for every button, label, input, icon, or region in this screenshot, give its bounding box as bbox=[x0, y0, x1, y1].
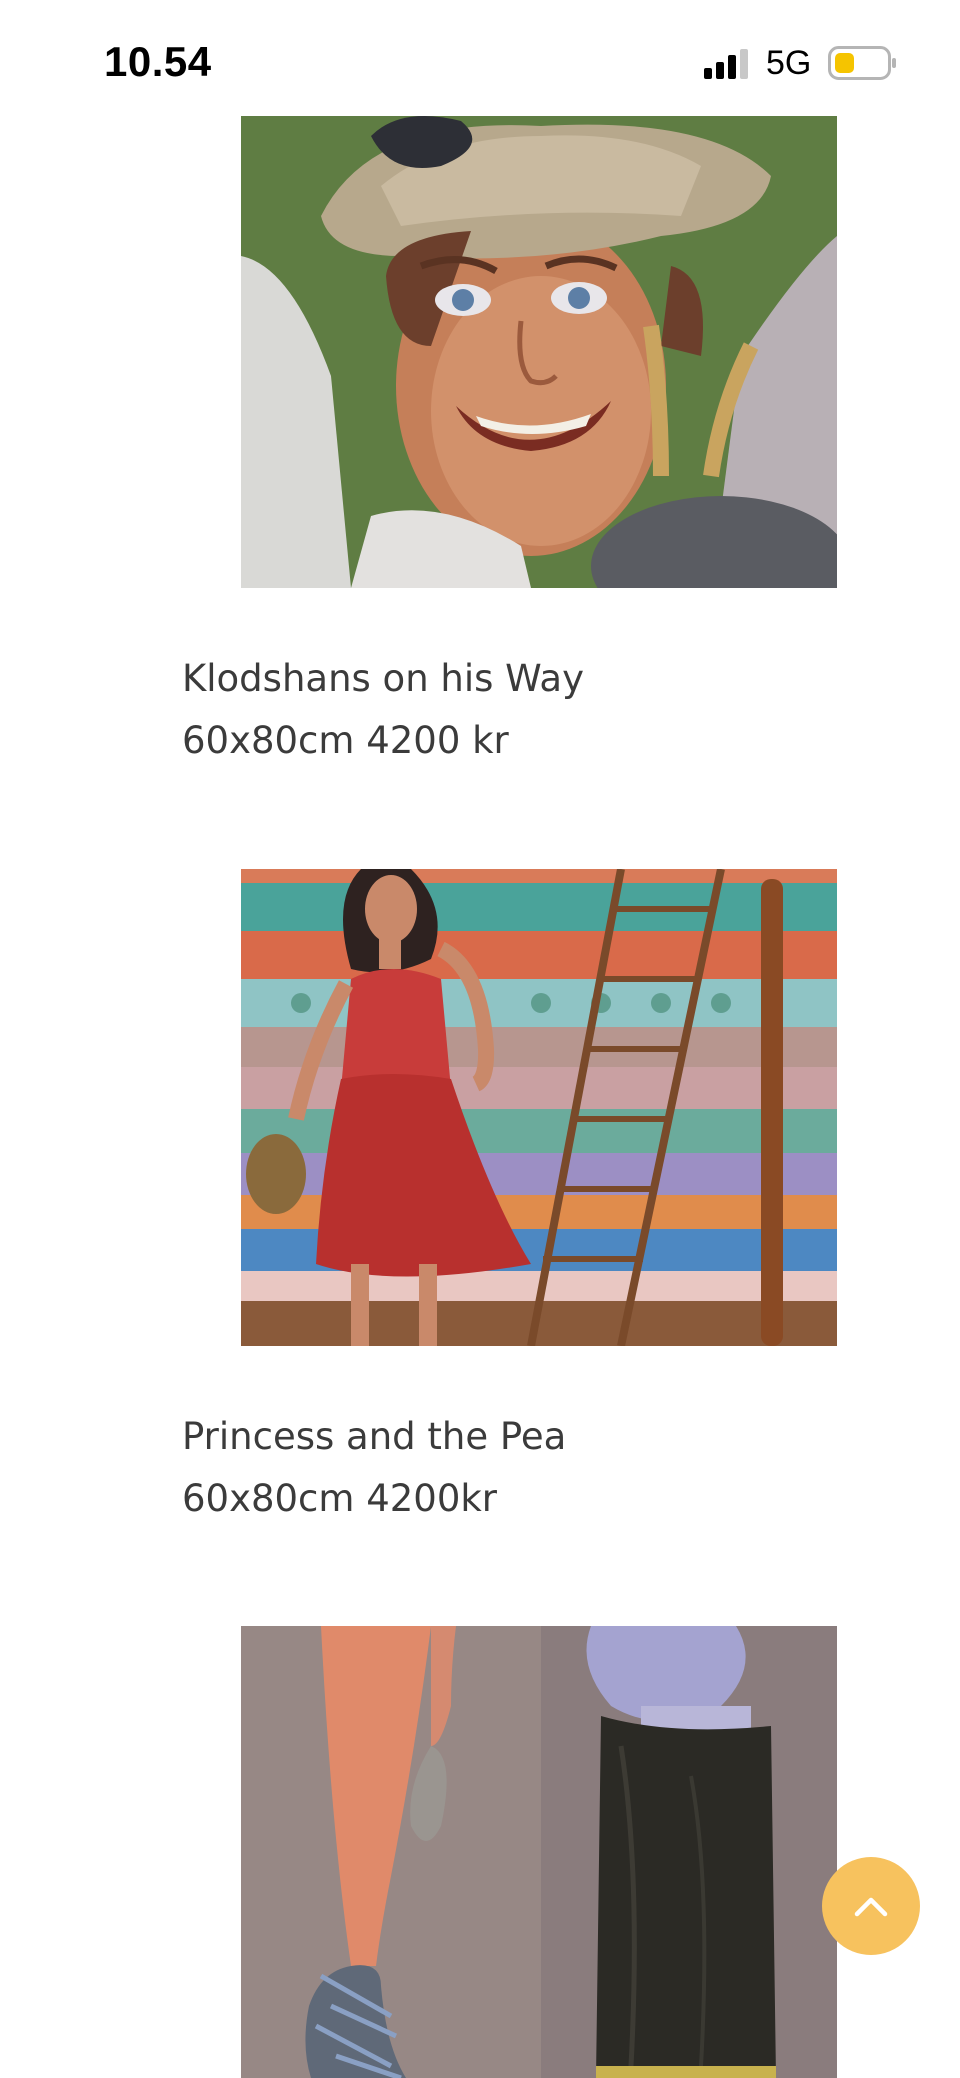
battery-low-icon bbox=[828, 46, 896, 80]
painting-princess-on-mattresses bbox=[241, 869, 837, 1346]
network-label: 5G bbox=[766, 44, 812, 82]
artwork-details: 60x80cm 4200kr bbox=[182, 1477, 498, 1520]
artwork-title: Princess and the Pea bbox=[182, 1415, 567, 1458]
cellular-signal-icon bbox=[704, 49, 748, 79]
painting-boy-with-hat-and-goat bbox=[241, 116, 837, 588]
chevron-up-icon bbox=[854, 1897, 888, 1917]
status-bar: 10.54 5G bbox=[0, 0, 960, 112]
scroll-to-top-button[interactable] bbox=[822, 1857, 920, 1955]
artwork-image-princess[interactable] bbox=[241, 869, 837, 1346]
artwork-title: Klodshans on his Way bbox=[182, 657, 584, 700]
artwork-details: 60x80cm 4200 kr bbox=[182, 719, 509, 762]
status-time: 10.54 bbox=[104, 38, 212, 85]
artwork-image-dancer[interactable] bbox=[241, 1626, 837, 2078]
artwork-image-klodshans[interactable] bbox=[241, 116, 837, 588]
painting-dancer-legs-and-boot bbox=[241, 1626, 837, 2078]
screen: 10.54 5G Klodshans on his Way 60x80cm 42… bbox=[0, 0, 960, 2078]
